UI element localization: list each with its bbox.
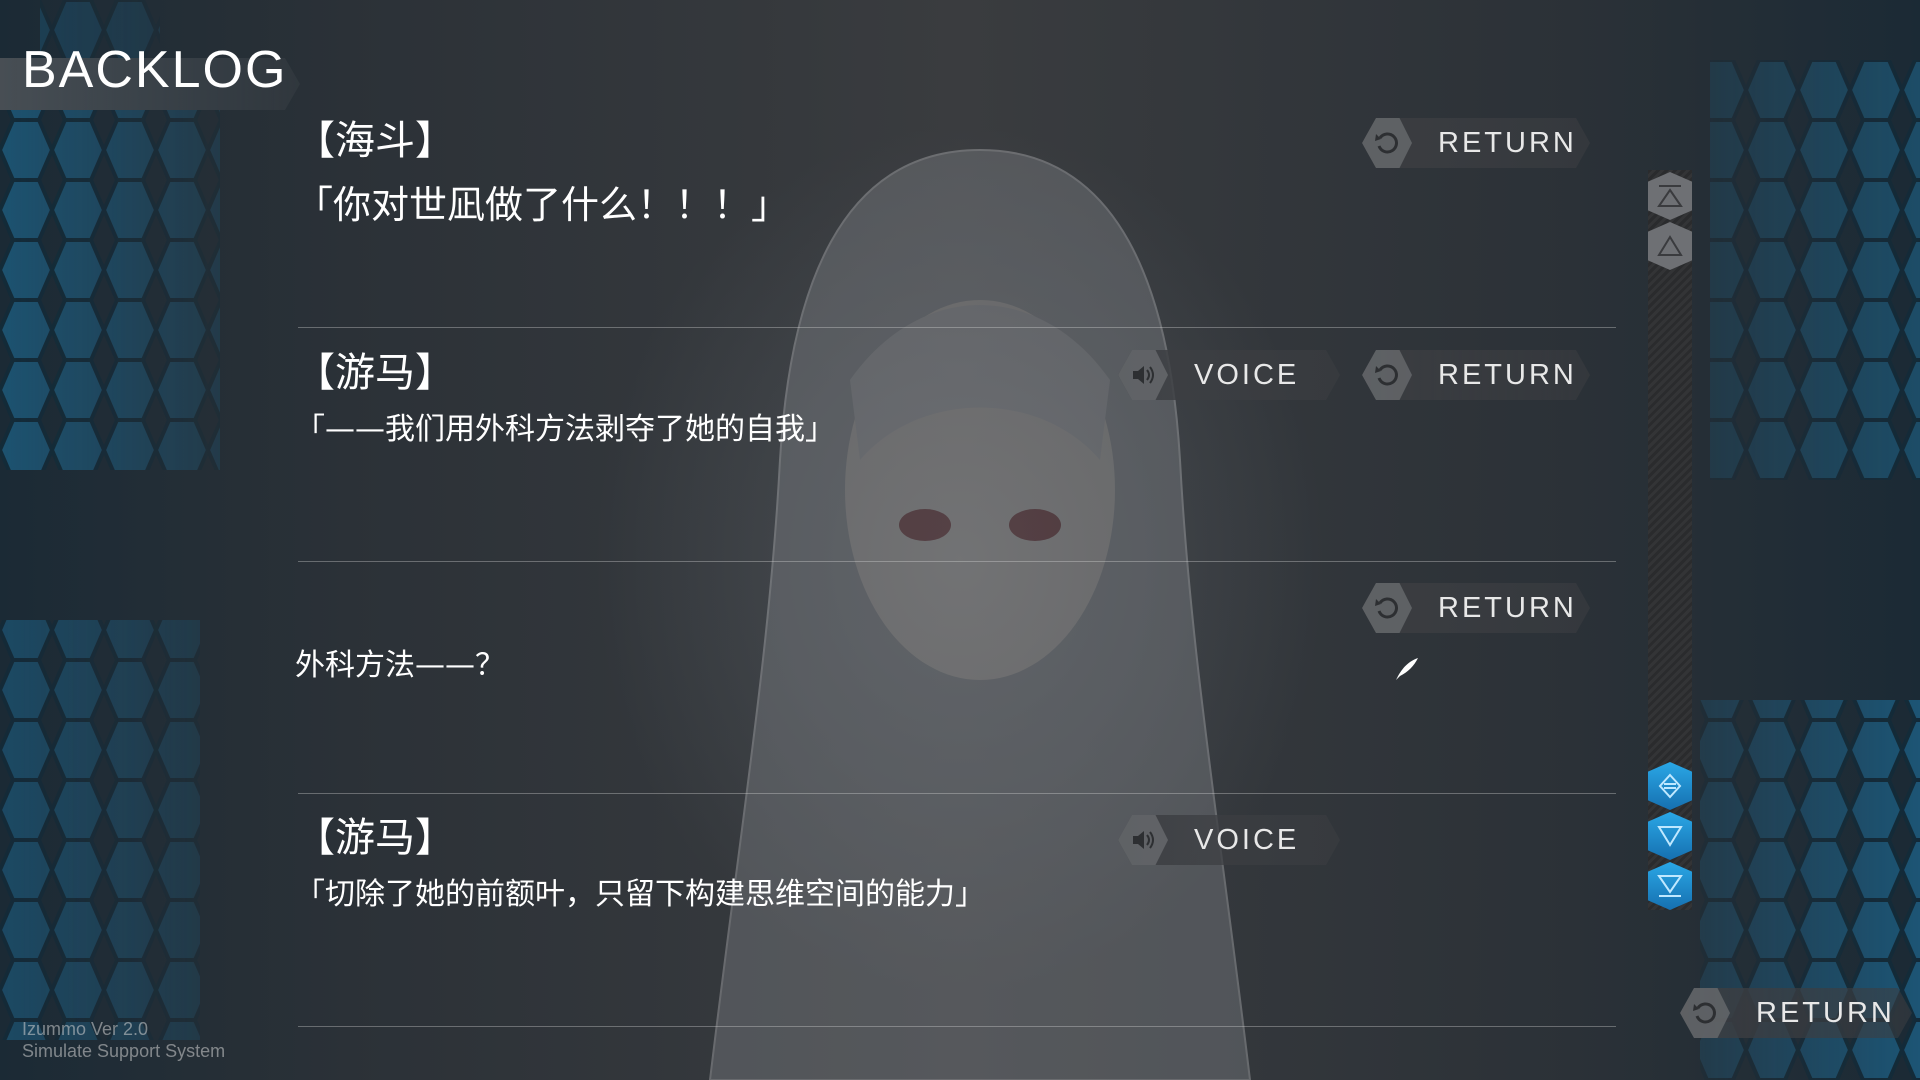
return-button[interactable]: RETURN bbox=[1362, 350, 1590, 400]
scroll-bottom-button[interactable] bbox=[1648, 862, 1692, 910]
scroll-current-icon bbox=[1658, 773, 1682, 799]
dialogue-text: 「切除了她的前额叶，只留下构建思维空间的能力」 bbox=[295, 877, 985, 912]
system-name: Simulate Support System bbox=[22, 1041, 226, 1061]
entry-divider bbox=[298, 327, 1616, 328]
return-label: RETURN bbox=[1756, 996, 1895, 1029]
scroll-bottom-icon bbox=[1657, 875, 1683, 897]
scroll-thumb[interactable] bbox=[1648, 762, 1692, 810]
return-button[interactable]: RETURN bbox=[1362, 118, 1590, 168]
entry-divider bbox=[298, 1026, 1616, 1027]
return-label: RETURN bbox=[1438, 358, 1577, 391]
return-label: RETURN bbox=[1438, 126, 1577, 159]
page-title: BACKLOG bbox=[22, 41, 288, 99]
voice-button[interactable]: VOICE bbox=[1118, 815, 1340, 865]
entry-divider bbox=[298, 793, 1616, 794]
speaker-name: 【游马】 bbox=[295, 350, 455, 396]
hex-pattern-right bbox=[1700, 60, 1920, 1080]
character-silhouette bbox=[708, 148, 1252, 1080]
scroll-top-icon bbox=[1657, 185, 1683, 207]
narration-text: 外科方法——？ bbox=[295, 648, 505, 683]
voice-label: VOICE bbox=[1194, 358, 1300, 391]
scroll-top-button[interactable] bbox=[1648, 172, 1692, 220]
scroll-down-button[interactable] bbox=[1648, 812, 1692, 860]
dialogue-text: 「——我们用外科方法剥夺了她的自我」 bbox=[295, 412, 835, 447]
version-line: Izummo Ver 2.0 bbox=[22, 1019, 149, 1039]
dialogue-text: 「你对世凪做了什么！！！」 bbox=[295, 183, 790, 227]
speaker-name: 【游马】 bbox=[295, 815, 455, 861]
voice-label: VOICE bbox=[1194, 823, 1300, 856]
return-button[interactable]: RETURN bbox=[1362, 583, 1590, 633]
global-return-button[interactable]: RETURN bbox=[1680, 988, 1912, 1038]
voice-button[interactable]: VOICE bbox=[1118, 350, 1340, 400]
version-info: Izummo Ver 2.0 Simulate Support System bbox=[22, 1018, 225, 1062]
feather-cursor-icon bbox=[1396, 658, 1418, 680]
return-label: RETURN bbox=[1438, 591, 1577, 624]
scroll-up-button[interactable] bbox=[1648, 222, 1692, 270]
speaker-name: 【海斗】 bbox=[295, 118, 455, 164]
hex-pattern-left bbox=[0, 0, 220, 1040]
entry-divider bbox=[298, 561, 1616, 562]
scroll-up-icon bbox=[1657, 235, 1683, 256]
scroll-down-icon bbox=[1657, 826, 1683, 847]
